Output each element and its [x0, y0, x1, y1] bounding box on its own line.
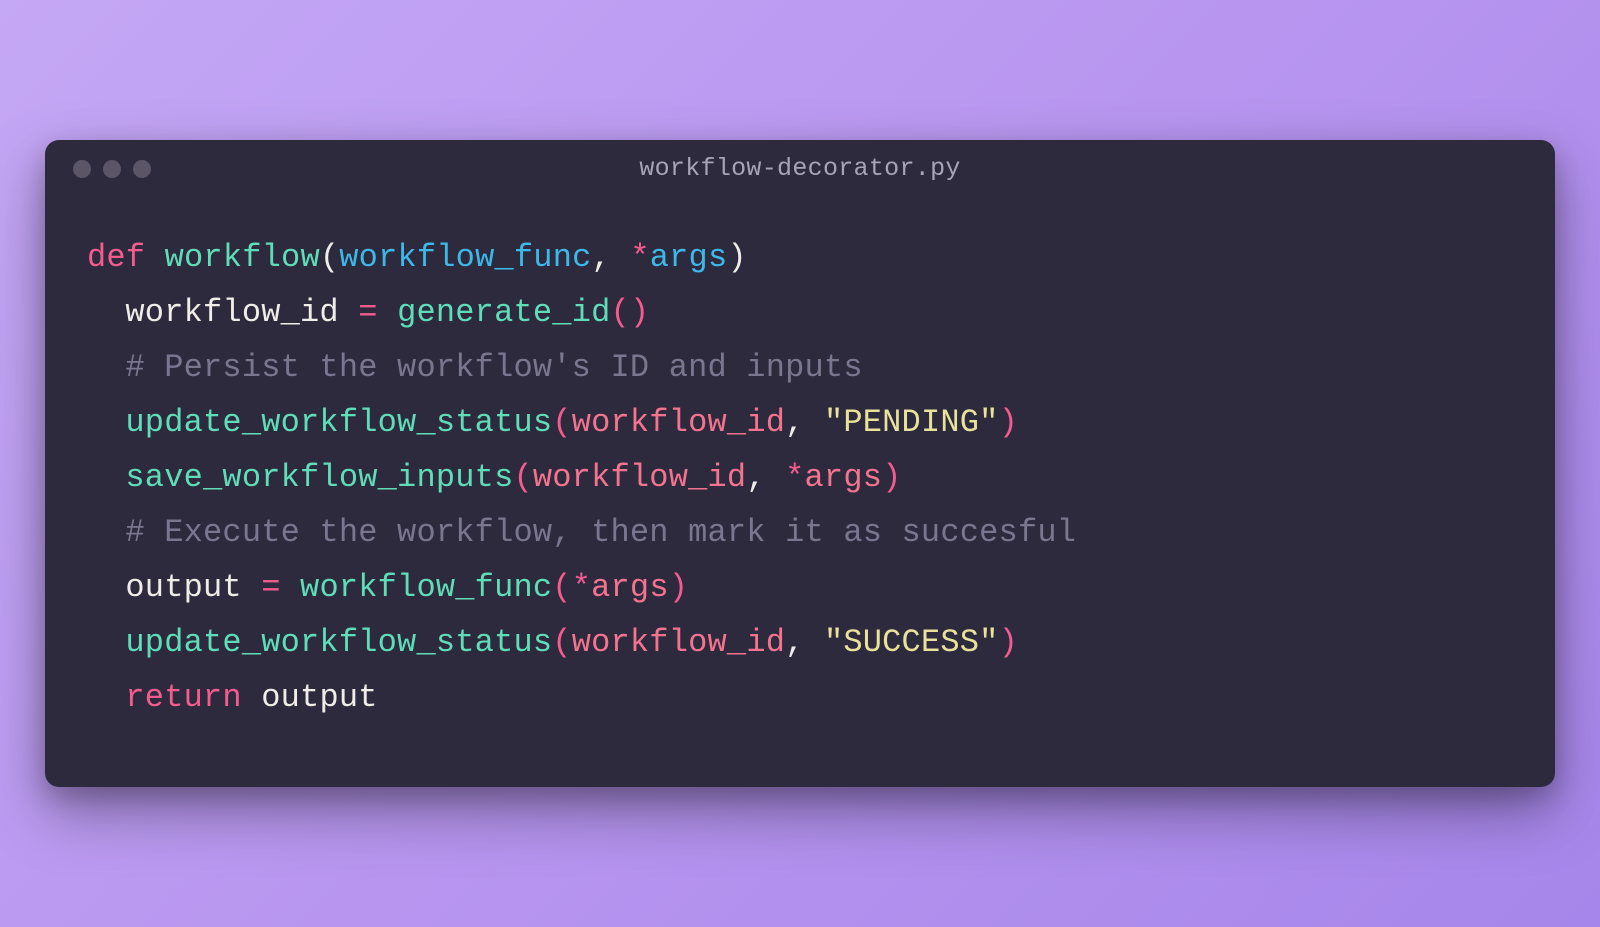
param-args: args	[650, 239, 728, 276]
keyword-return: return	[125, 679, 241, 716]
call-update-status: update_workflow_status	[125, 624, 552, 661]
comment-execute: # Execute the workflow, then mark it as …	[125, 514, 1076, 551]
call-generate-id: generate_id	[397, 294, 610, 331]
comma: ,	[785, 404, 824, 441]
maximize-icon[interactable]	[133, 160, 151, 178]
close-icon[interactable]	[73, 160, 91, 178]
lparen: (	[320, 239, 339, 276]
code-line-6: # Execute the workflow, then mark it as …	[87, 505, 1513, 560]
assign-op: =	[242, 569, 300, 606]
var-output: output	[125, 569, 241, 606]
code-area: def workflow(workflow_func, *args) workf…	[45, 192, 1555, 787]
arg-args: args	[591, 569, 669, 606]
code-line-9: return output	[87, 670, 1513, 725]
arg-workflow-id: workflow_id	[572, 624, 785, 661]
call-parens: ()	[611, 294, 650, 331]
string-pending: "PENDING"	[824, 404, 999, 441]
rparen: )	[999, 624, 1018, 661]
traffic-lights	[73, 160, 151, 178]
star-op: *	[572, 569, 591, 606]
comma: ,	[785, 624, 824, 661]
lparen: (	[513, 459, 532, 496]
arg-workflow-id: workflow_id	[533, 459, 746, 496]
lparen: (	[552, 624, 571, 661]
rparen: )	[727, 239, 746, 276]
lparen: (	[552, 569, 571, 606]
var-workflow-id: workflow_id	[125, 294, 338, 331]
rparen: )	[669, 569, 688, 606]
function-name: workflow	[165, 239, 320, 276]
param-workflow-func: workflow_func	[339, 239, 591, 276]
var-output: output	[261, 679, 377, 716]
code-line-4: update_workflow_status(workflow_id, "PEN…	[87, 395, 1513, 450]
comment-persist: # Persist the workflow's ID and inputs	[125, 349, 862, 386]
code-line-2: workflow_id = generate_id()	[87, 285, 1513, 340]
titlebar: workflow-decorator.py	[45, 140, 1555, 192]
code-window: workflow-decorator.py def workflow(workf…	[45, 140, 1555, 787]
space	[242, 679, 261, 716]
code-line-7: output = workflow_func(*args)	[87, 560, 1513, 615]
call-save-inputs: save_workflow_inputs	[125, 459, 513, 496]
string-success: "SUCCESS"	[824, 624, 999, 661]
minimize-icon[interactable]	[103, 160, 121, 178]
star-op: *	[630, 239, 649, 276]
assign-op: =	[339, 294, 397, 331]
call-workflow-func: workflow_func	[300, 569, 552, 606]
comma: ,	[746, 459, 785, 496]
code-line-8: update_workflow_status(workflow_id, "SUC…	[87, 615, 1513, 670]
code-line-3: # Persist the workflow's ID and inputs	[87, 340, 1513, 395]
code-line-1: def workflow(workflow_func, *args)	[87, 230, 1513, 285]
code-line-5: save_workflow_inputs(workflow_id, *args)	[87, 450, 1513, 505]
window-title: workflow-decorator.py	[639, 154, 960, 183]
comma: ,	[592, 239, 631, 276]
arg-args: args	[805, 459, 883, 496]
lparen: (	[552, 404, 571, 441]
call-update-status: update_workflow_status	[125, 404, 552, 441]
rparen: )	[882, 459, 901, 496]
arg-workflow-id: workflow_id	[572, 404, 785, 441]
keyword-def: def	[87, 239, 145, 276]
rparen: )	[999, 404, 1018, 441]
star-op: *	[785, 459, 804, 496]
